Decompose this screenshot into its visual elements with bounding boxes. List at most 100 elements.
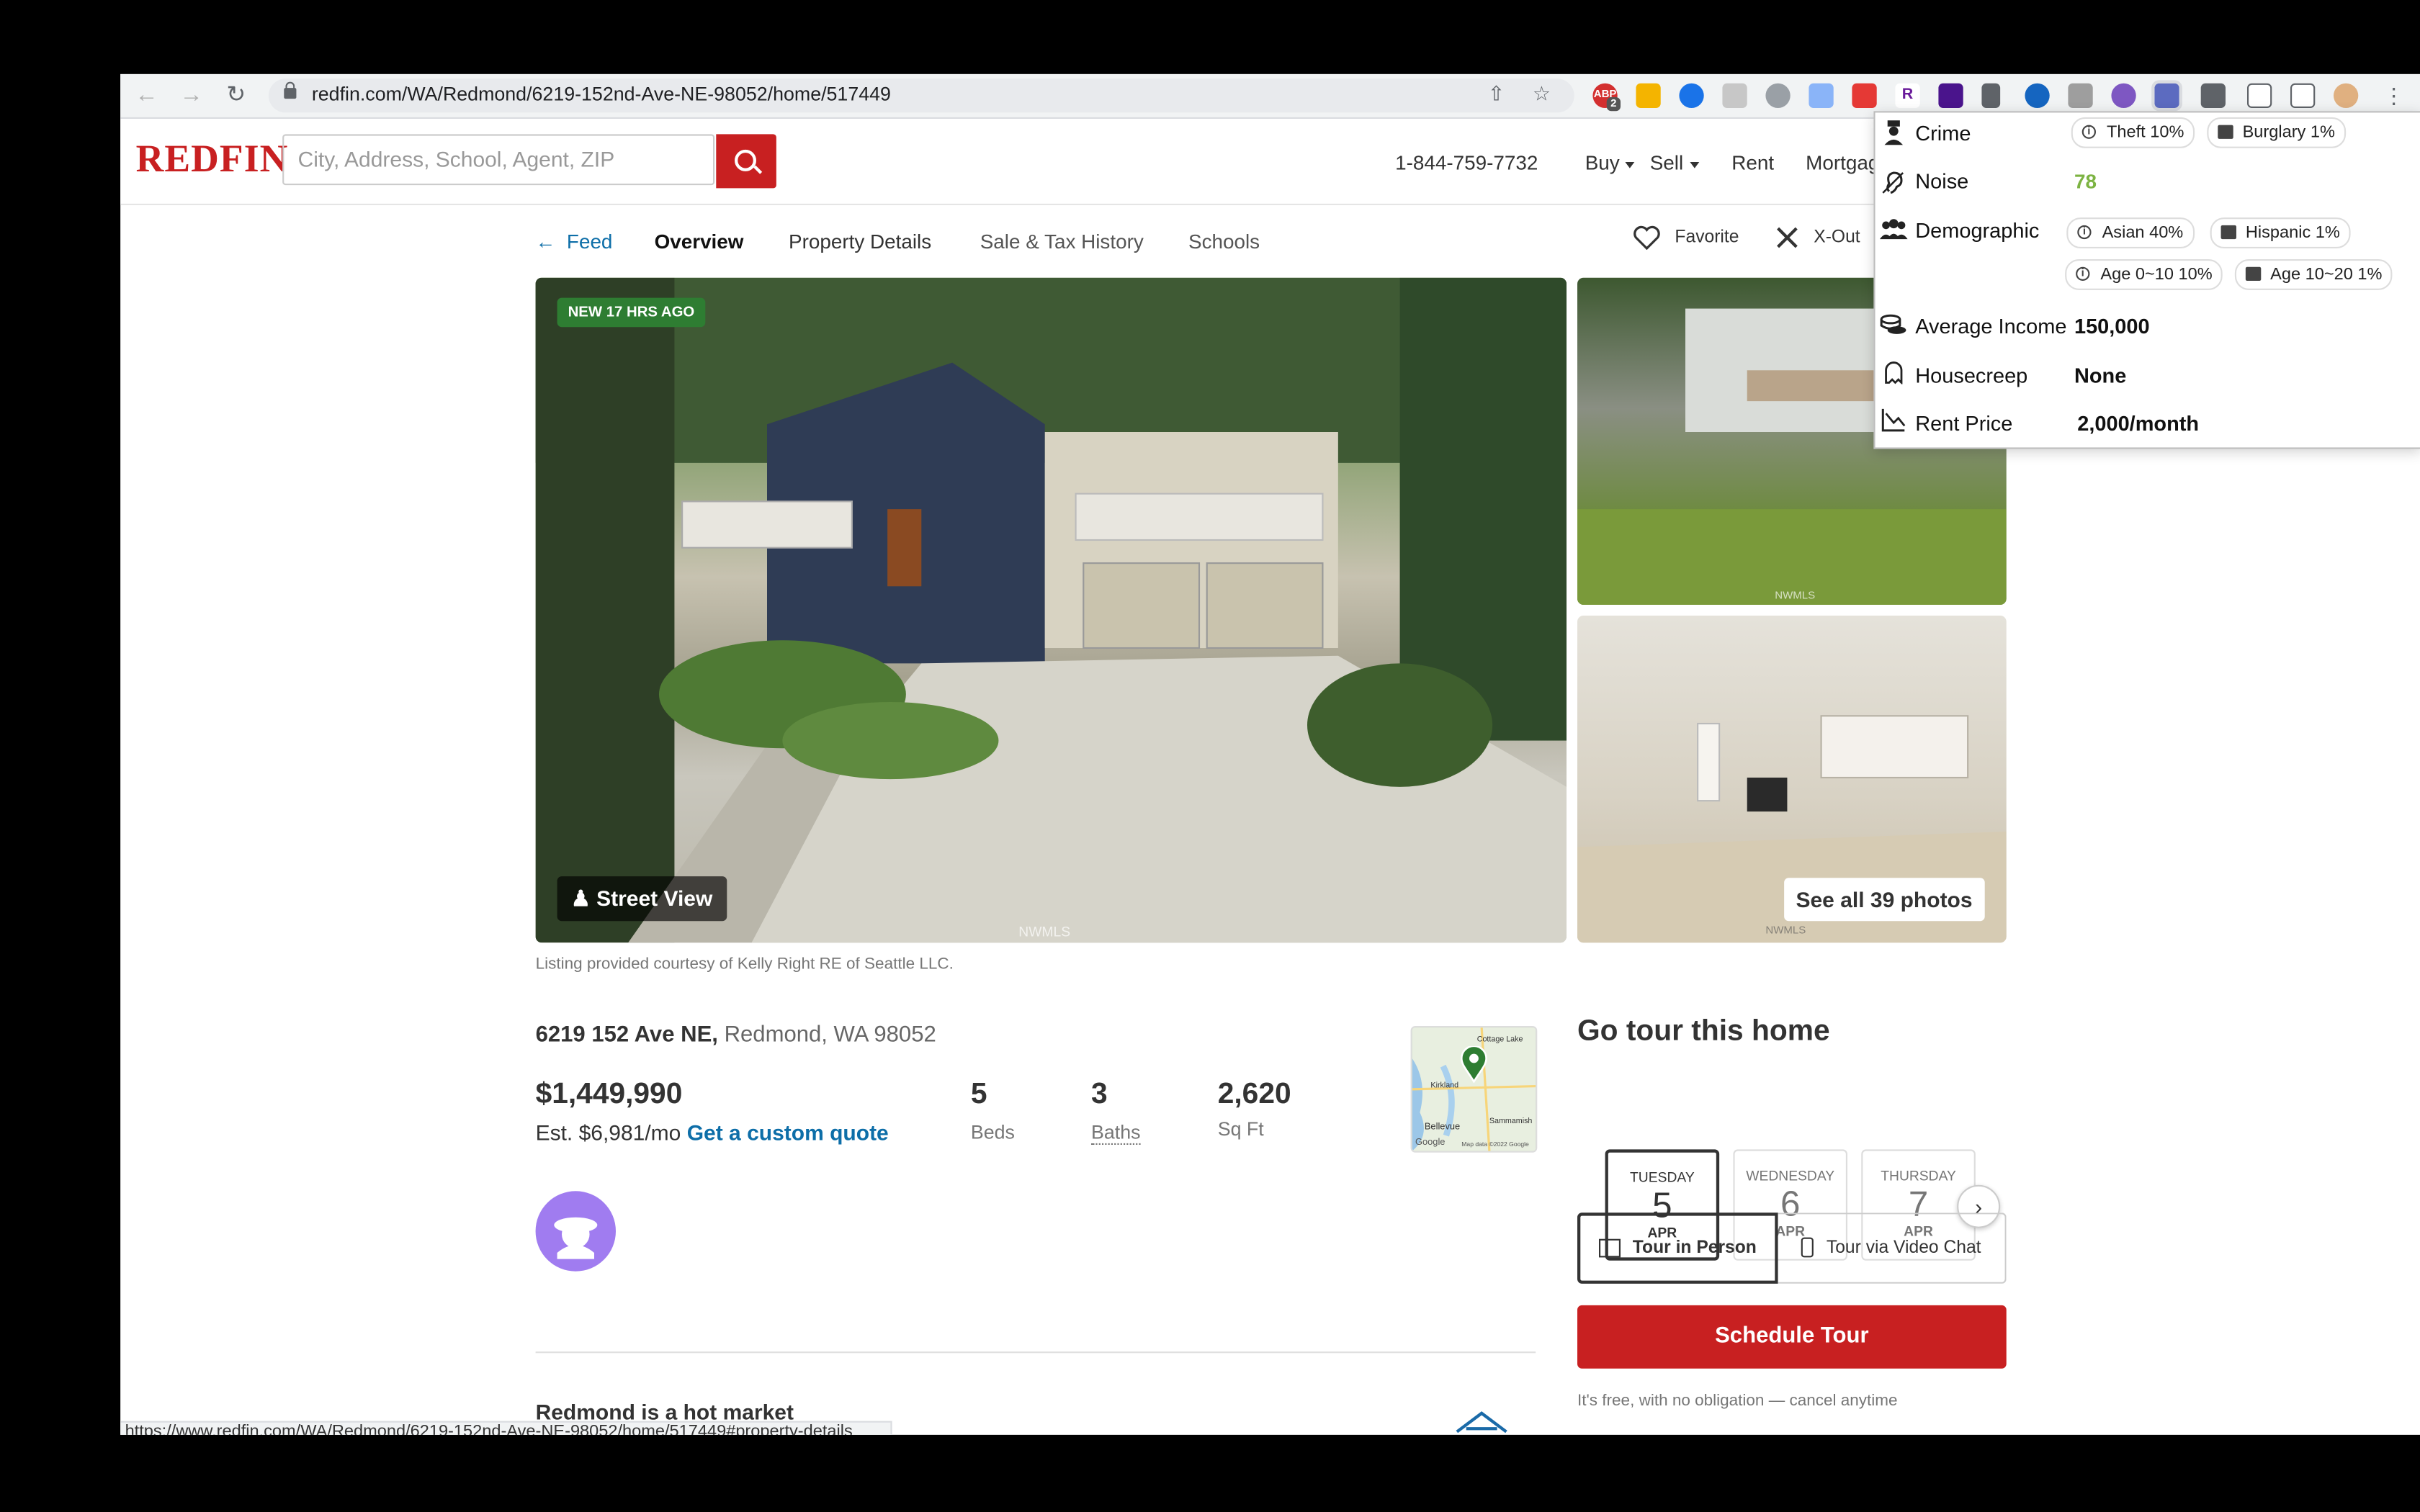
police-officer-icon <box>1884 120 1904 145</box>
secondary-photo-interior[interactable]: See all 39 photos NWMLS <box>1577 616 2007 943</box>
nwmls-watermark-2: NWMLS <box>1775 590 1816 602</box>
xout-label: X-Out <box>1814 228 1860 247</box>
street-view-button[interactable]: ♟ Street View <box>557 876 727 922</box>
forward-arrow-icon[interactable]: → <box>177 82 205 110</box>
chip-label: Burglary 1% <box>2242 123 2335 143</box>
crime-chip-theft[interactable]: i Theft 10% <box>2071 117 2195 148</box>
nav-rent[interactable]: Rent <box>1731 151 1774 174</box>
address-bar[interactable]: redfin.com/WA/Redmond/6219-152nd-Ave-NE-… <box>268 78 1574 113</box>
phone-icon <box>1801 1238 1814 1259</box>
info-icon: i <box>2076 266 2090 281</box>
demo-chip-age-10-20[interactable]: Age 10~20 1% <box>2234 259 2393 290</box>
back-arrow-icon[interactable]: ← <box>133 82 161 110</box>
tour-in-person-button[interactable]: Tour in Person <box>1577 1212 1778 1284</box>
chart-trend-icon <box>1881 408 1906 432</box>
nav-buy-label: Buy <box>1585 151 1620 175</box>
day-of-week: THURSDAY <box>1881 1168 1956 1184</box>
back-to-feed-link[interactable]: ← Feed <box>536 230 613 253</box>
schedule-tour-button[interactable]: Schedule Tour <box>1577 1305 2007 1369</box>
demographic-label: Demographic <box>1915 219 2040 243</box>
extension-blue-icon[interactable] <box>2025 83 2050 108</box>
info-icon: i <box>2077 225 2092 240</box>
tab-sale-tax-history[interactable]: Sale & Tax History <box>980 230 1144 253</box>
search-input[interactable]: City, Address, School, Agent, ZIP <box>282 134 715 186</box>
url-text: redfin.com/WA/Redmond/6219-152nd-Ave-NE-… <box>311 83 891 105</box>
extension-yellow-icon[interactable] <box>1636 83 1661 108</box>
crime-chip-burglary[interactable]: Burglary 1% <box>2207 117 2346 148</box>
xout-button[interactable]: X-Out <box>1775 225 1860 250</box>
puzzle-extensions-icon[interactable] <box>2200 83 2226 108</box>
briefcase-icon <box>2218 125 2233 139</box>
ghost-extension-icon[interactable] <box>2111 83 2136 108</box>
baths-label[interactable]: Baths <box>1091 1122 1141 1145</box>
camera-icon[interactable] <box>2068 83 2093 108</box>
custom-quote-link[interactable]: Get a custom quote <box>687 1120 889 1145</box>
est-payment: Est. $6,981/mo Get a custom quote <box>536 1120 889 1145</box>
see-all-photos-button[interactable]: See all 39 photos <box>1783 878 1985 922</box>
price: $1,449,990 <box>535 1078 683 1111</box>
extension-purple-icon[interactable] <box>1938 83 1963 108</box>
income-value: 150,000 <box>2074 315 2150 338</box>
search-button[interactable] <box>716 134 776 189</box>
nav-sell-label: Sell <box>1649 151 1684 175</box>
favorite-label: Favorite <box>1675 228 1739 247</box>
tab-schools[interactable]: Schools <box>1188 230 1260 253</box>
sqft-label: Sq Ft <box>1217 1118 1264 1140</box>
cast-icon[interactable] <box>2247 83 2272 108</box>
extension-red-icon[interactable] <box>1852 83 1877 108</box>
listing-credit: Listing provided courtesy of Kelly Right… <box>535 955 954 974</box>
beds-value: 5 <box>970 1078 987 1111</box>
crime-label: Crime <box>1915 122 1971 145</box>
active-extension-icon[interactable] <box>2151 80 2182 112</box>
tour-video-label: Tour via Video Chat <box>1826 1238 1981 1258</box>
nav-buy[interactable]: Buy <box>1585 151 1636 175</box>
chip-label: Age 0~10 10% <box>2100 265 2213 284</box>
avatar[interactable] <box>535 1191 616 1272</box>
extension-r-icon[interactable]: R <box>1895 83 1920 108</box>
demo-chip-asian[interactable]: i Asian 40% <box>2066 217 2195 248</box>
map-label-bellevue: Bellevue <box>1424 1123 1461 1133</box>
main-listing-photo[interactable]: NEW 17 HRS AGO ♟ Street View NWMLS <box>535 277 1567 943</box>
tab-property-details[interactable]: Property Details <box>789 230 931 253</box>
redfin-logo[interactable]: REDFIN <box>136 139 289 182</box>
profile-avatar-icon[interactable] <box>2334 83 2359 108</box>
extension-window-icon[interactable] <box>1809 83 1834 108</box>
share-icon[interactable]: ⇧ <box>1488 82 1505 107</box>
demo-chip-age-0-10[interactable]: i Age 0~10 10% <box>2065 259 2223 290</box>
react-extension-icon[interactable] <box>1679 83 1704 108</box>
chevron-down-icon <box>1626 161 1636 168</box>
favorite-button[interactable]: Favorite <box>1633 225 1739 251</box>
housecreep-label: Housecreep <box>1915 364 2028 387</box>
briefcase-icon <box>2220 225 2236 240</box>
nwmls-watermark-3: NWMLS <box>1765 925 1806 937</box>
eyedropper-icon[interactable] <box>1981 83 2001 108</box>
nav-sell[interactable]: Sell <box>1650 151 1699 174</box>
housecreep-value: None <box>2074 364 2127 387</box>
nwmls-watermark: NWMLS <box>1018 924 1071 940</box>
rent-price-value: 2,000/month <box>2077 412 2200 436</box>
demo-chip-hispanic[interactable]: Hispanic 1% <box>2210 217 2351 248</box>
chip-label: Hispanic 1% <box>2245 223 2340 243</box>
bookmark-star-icon[interactable]: ☆ <box>1533 82 1551 107</box>
extension-gray-icon[interactable] <box>1722 83 1747 108</box>
house-icon <box>1598 1238 1621 1258</box>
tour-in-person-label: Tour in Person <box>1632 1238 1757 1258</box>
tab-overview[interactable]: Overview <box>655 230 744 253</box>
house-illustration <box>535 277 1567 943</box>
side-panel-icon[interactable] <box>2290 83 2316 108</box>
adblock-count-badge: 2 <box>1606 97 1621 112</box>
tour-video-chat-button[interactable]: Tour via Video Chat <box>1778 1212 2007 1284</box>
mini-map[interactable]: Cottage Lake Kirkland Bellevue Sammamish… <box>1410 1026 1538 1153</box>
skype-extension-icon[interactable] <box>1765 83 1791 108</box>
map-attribution: Map data ©2022 Google <box>1461 1140 1529 1148</box>
sqft-value: 2,620 <box>1217 1078 1291 1111</box>
menu-dots-icon[interactable]: ⋮ <box>2380 82 2408 110</box>
chip-label: Age 10~20 1% <box>2270 265 2383 284</box>
street-view-label: Street View <box>596 886 713 911</box>
coins-icon <box>1880 314 1906 334</box>
day-of-week: TUESDAY <box>1630 1169 1695 1185</box>
income-label: Average Income <box>1915 315 2067 338</box>
reload-icon[interactable]: ↻ <box>223 82 251 110</box>
phone-number[interactable]: 1-844-759-7732 <box>1395 151 1538 174</box>
neighborhood-info-popup: Crime i Theft 10% Burglary 1% Noise 78 De… <box>1873 111 2420 449</box>
